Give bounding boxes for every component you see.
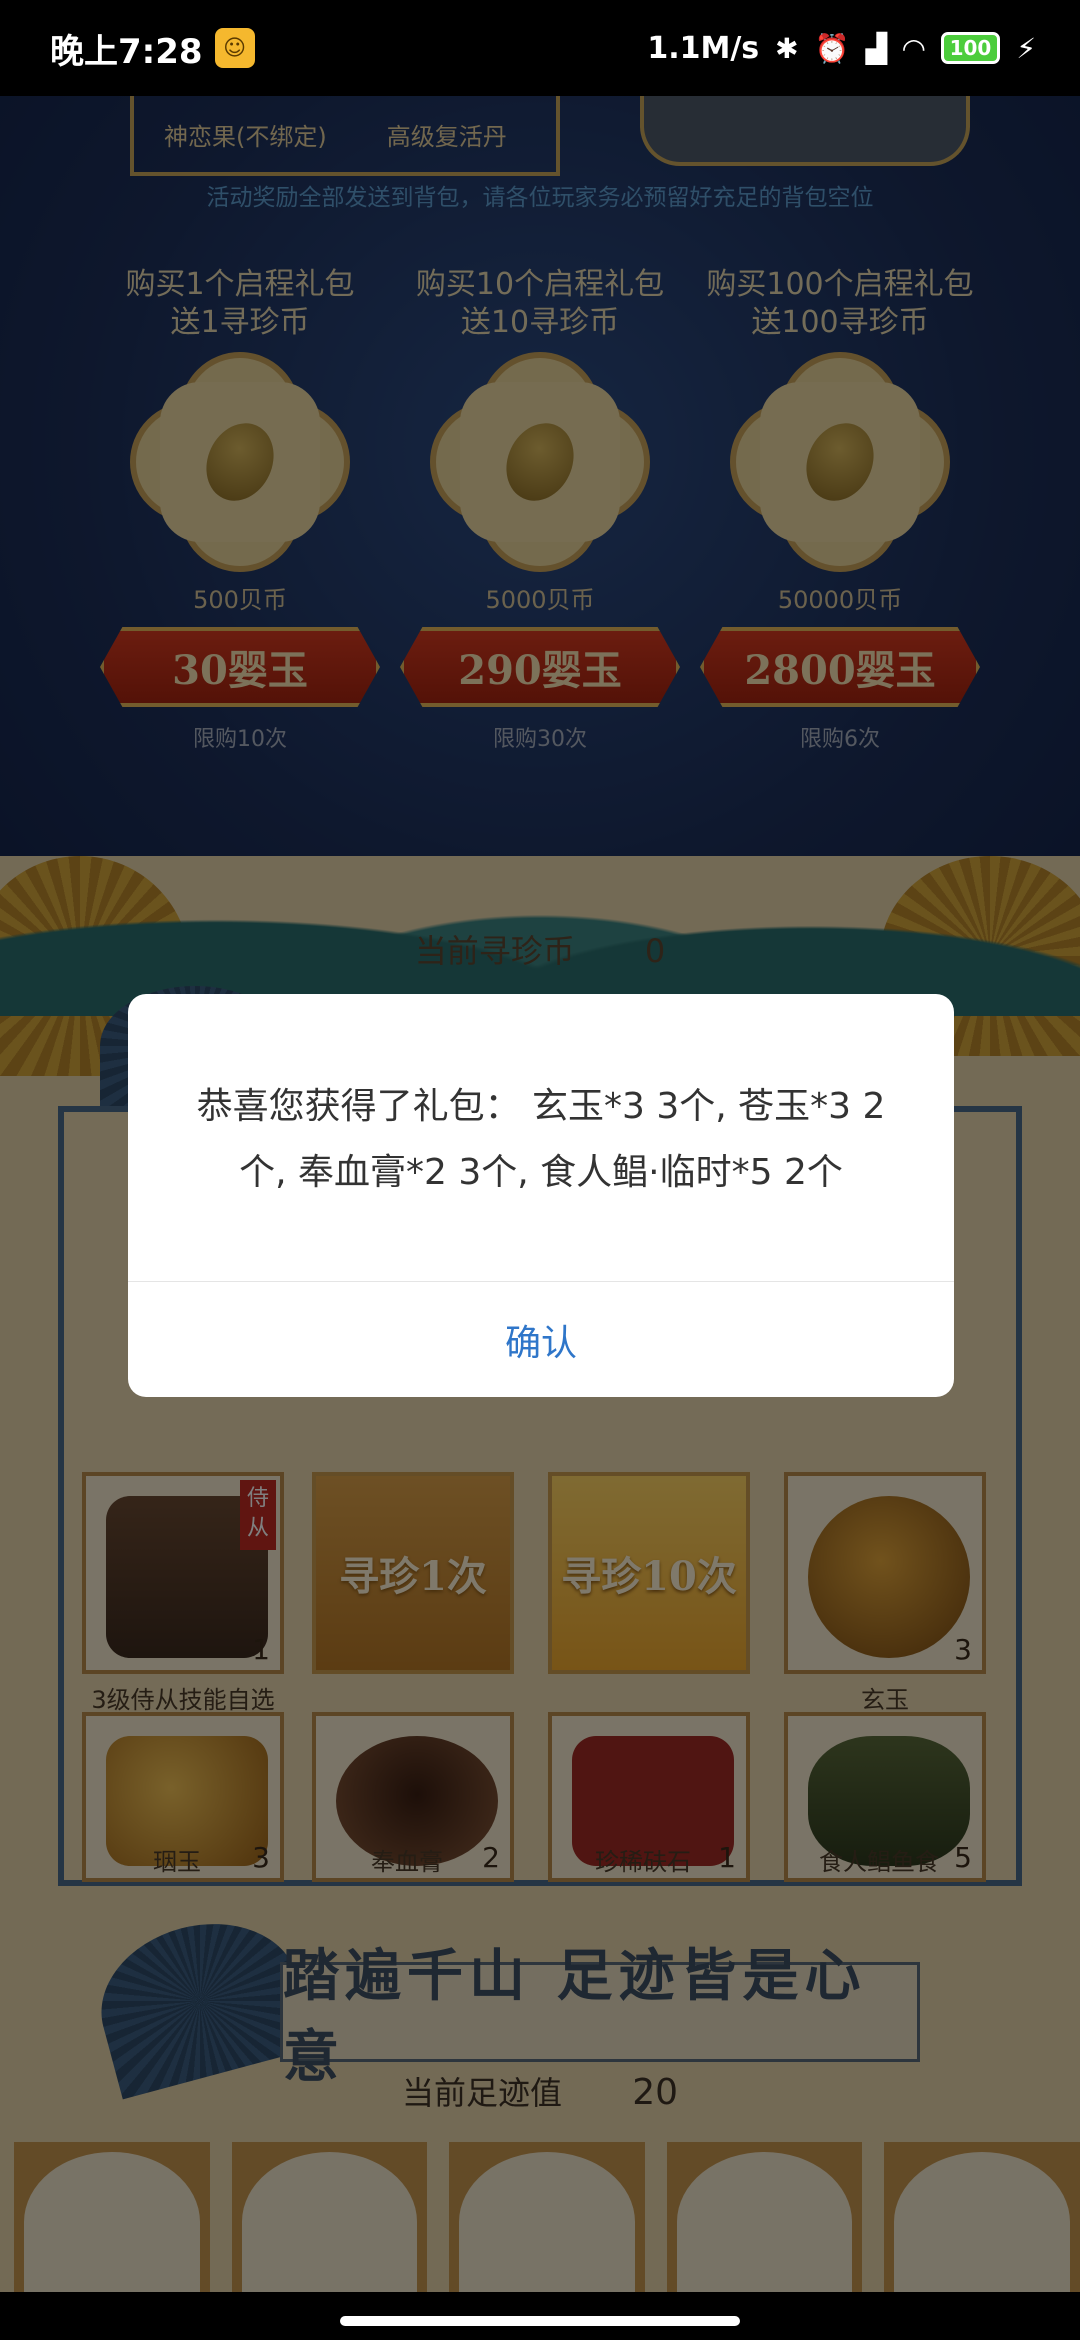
charging-icon: ⚡ <box>1016 31 1036 65</box>
bluetooth-icon: ✱ <box>775 31 799 65</box>
battery-icon: 100 <box>940 32 1001 64</box>
net-speed: 1.1M/s <box>647 30 760 66</box>
signal-icon: ▟ <box>865 31 888 65</box>
status-bar: 晚上7:28 ☺ 1.1M/s ✱ ⏰ ▟ ◠ 100 ⚡ <box>0 0 1080 96</box>
wifi-icon: ◠ <box>903 31 925 65</box>
alarm-icon: ⏰ <box>814 31 850 65</box>
dialog-message: 恭喜您获得了礼包： 玄玉*3 3个, 苍玉*3 2个, 奉血膏*2 3个, 食人… <box>196 1086 886 1193</box>
reward-dialog: 恭喜您获得了礼包： 玄玉*3 3个, 苍玉*3 2个, 奉血膏*2 3个, 食人… <box>128 994 954 1397</box>
status-time: 晚上7:28 <box>50 31 203 72</box>
home-indicator[interactable] <box>340 2316 740 2326</box>
app-notification-icon: ☺ <box>214 28 255 68</box>
status-icons: 1.1M/s ✱ ⏰ ▟ ◠ 100 ⚡ <box>647 31 1036 66</box>
confirm-button[interactable]: 确认 <box>128 1282 954 1397</box>
